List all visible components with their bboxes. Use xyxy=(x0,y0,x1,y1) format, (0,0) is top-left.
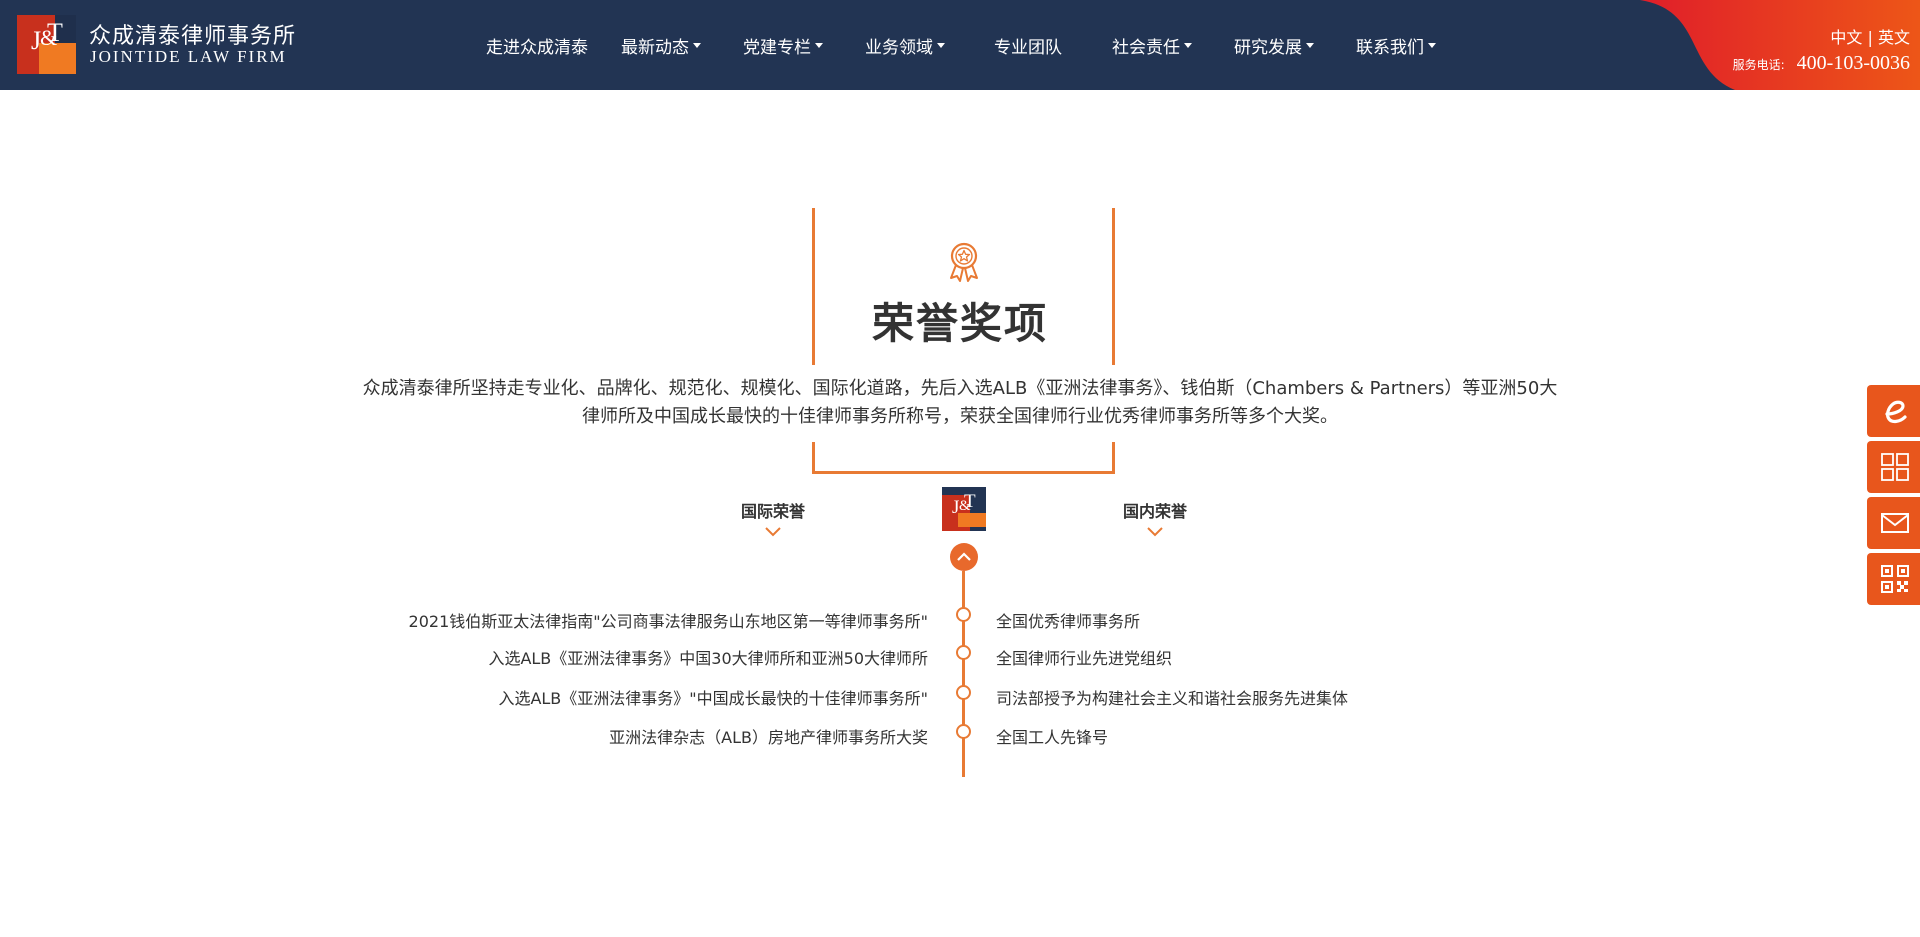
side-qr-button[interactable] xyxy=(1867,553,1920,605)
firm-logo-small: J & T xyxy=(942,487,986,531)
tab-domestic-honors[interactable]: 国内荣誉 xyxy=(1117,498,1193,538)
chevron-down-icon xyxy=(765,527,781,537)
main-nav: 走进众成清泰 最新动态 党建专栏 业务领域 专业团队 社会责任 研究发展 联系我… xyxy=(470,0,1436,90)
side-mail-button[interactable] xyxy=(1867,497,1920,549)
lang-cn-link[interactable]: 中文 xyxy=(1830,28,1862,47)
firm-logo[interactable]: J & T xyxy=(17,15,76,74)
chevron-down-icon xyxy=(815,42,823,48)
e-icon xyxy=(1884,400,1907,424)
side-apps-button[interactable] xyxy=(1867,441,1920,493)
nav-item-party[interactable]: 党建专栏 xyxy=(743,33,823,58)
language-switch: 中文 | 英文 xyxy=(1830,24,1910,48)
domestic-honor-item: 全国优秀律师事务所 xyxy=(996,612,1141,631)
lang-en-link[interactable]: 英文 xyxy=(1878,28,1910,47)
mail-icon xyxy=(1880,513,1909,533)
nav-item-practice[interactable]: 业务领域 xyxy=(865,33,945,58)
intl-honor-item: 入选ALB《亚洲法律事务》"中国成长最快的十佳律师事务所" xyxy=(498,689,928,708)
nav-item-social[interactable]: 社会责任 xyxy=(1112,33,1192,58)
svg-text:T: T xyxy=(47,18,63,47)
intl-honor-item: 2021钱伯斯亚太法律指南"公司商事法律服务山东地区第一等律师事务所" xyxy=(408,612,928,631)
tab-international-honors[interactable]: 国际荣誉 xyxy=(735,498,811,538)
nav-item-about[interactable]: 走进众成清泰 xyxy=(486,33,588,58)
timeline-dot xyxy=(956,607,971,622)
chevron-down-icon xyxy=(1184,42,1192,48)
chevron-up-icon xyxy=(957,552,971,561)
chevron-down-icon xyxy=(1428,42,1436,48)
qr-code-icon xyxy=(1880,565,1909,593)
section-intro: 众成清泰律所坚持走专业化、品牌化、规范化、规模化、国际化道路，先后入选ALB《亚… xyxy=(362,378,1558,427)
domestic-honor-item: 司法部授予为构建社会主义和谐社会服务先进集体 xyxy=(996,689,1349,708)
tab-label: 国际荣誉 xyxy=(740,502,805,521)
frame-bracket-bottom xyxy=(812,442,1115,474)
phone-number[interactable]: 400-103-0036 xyxy=(1797,52,1910,75)
timeline-line xyxy=(962,571,965,777)
phone-label: 服务电话: xyxy=(1732,58,1785,72)
chevron-down-icon xyxy=(937,42,945,48)
nav-item-team[interactable]: 专业团队 xyxy=(994,33,1062,58)
intl-honor-item: 入选ALB《亚洲法律事务》中国30大律师所和亚洲50大律师所 xyxy=(488,649,928,668)
timeline-dot xyxy=(956,685,971,700)
chevron-down-icon xyxy=(1306,42,1314,48)
scroll-up-button[interactable] xyxy=(950,543,978,571)
medal-icon xyxy=(950,242,978,282)
timeline-dot xyxy=(956,645,971,660)
side-e-button[interactable] xyxy=(1867,385,1920,437)
nav-item-contact[interactable]: 联系我们 xyxy=(1356,33,1436,58)
domestic-honor-item: 全国律师行业先进党组织 xyxy=(996,649,1173,668)
timeline-dot xyxy=(956,724,971,739)
apps-icon xyxy=(1880,453,1909,481)
service-phone: 服务电话: 400-103-0036 xyxy=(1733,52,1910,75)
brand-name-cn: 众成清泰律师事务所 xyxy=(89,24,297,49)
brand-name-en: JOINTIDE LAW FIRM xyxy=(90,47,287,66)
nav-item-research[interactable]: 研究发展 xyxy=(1234,33,1314,58)
tab-label: 国内荣誉 xyxy=(1122,502,1187,521)
lang-separator: | xyxy=(1867,28,1873,47)
nav-item-news[interactable]: 最新动态 xyxy=(621,33,701,58)
section-title: 荣誉奖项 xyxy=(871,299,1048,348)
intl-honor-item: 亚洲法律杂志（ALB）房地产律师事务所大奖 xyxy=(609,728,928,747)
svg-text:T: T xyxy=(964,491,976,512)
site-header: J & T 众成清泰律师事务所 JOINTIDE LAW FIRM 走进众成清泰… xyxy=(0,0,1920,90)
chevron-down-icon xyxy=(693,42,701,48)
domestic-honor-item: 全国工人先锋号 xyxy=(996,728,1109,747)
chevron-down-icon xyxy=(1147,527,1163,537)
